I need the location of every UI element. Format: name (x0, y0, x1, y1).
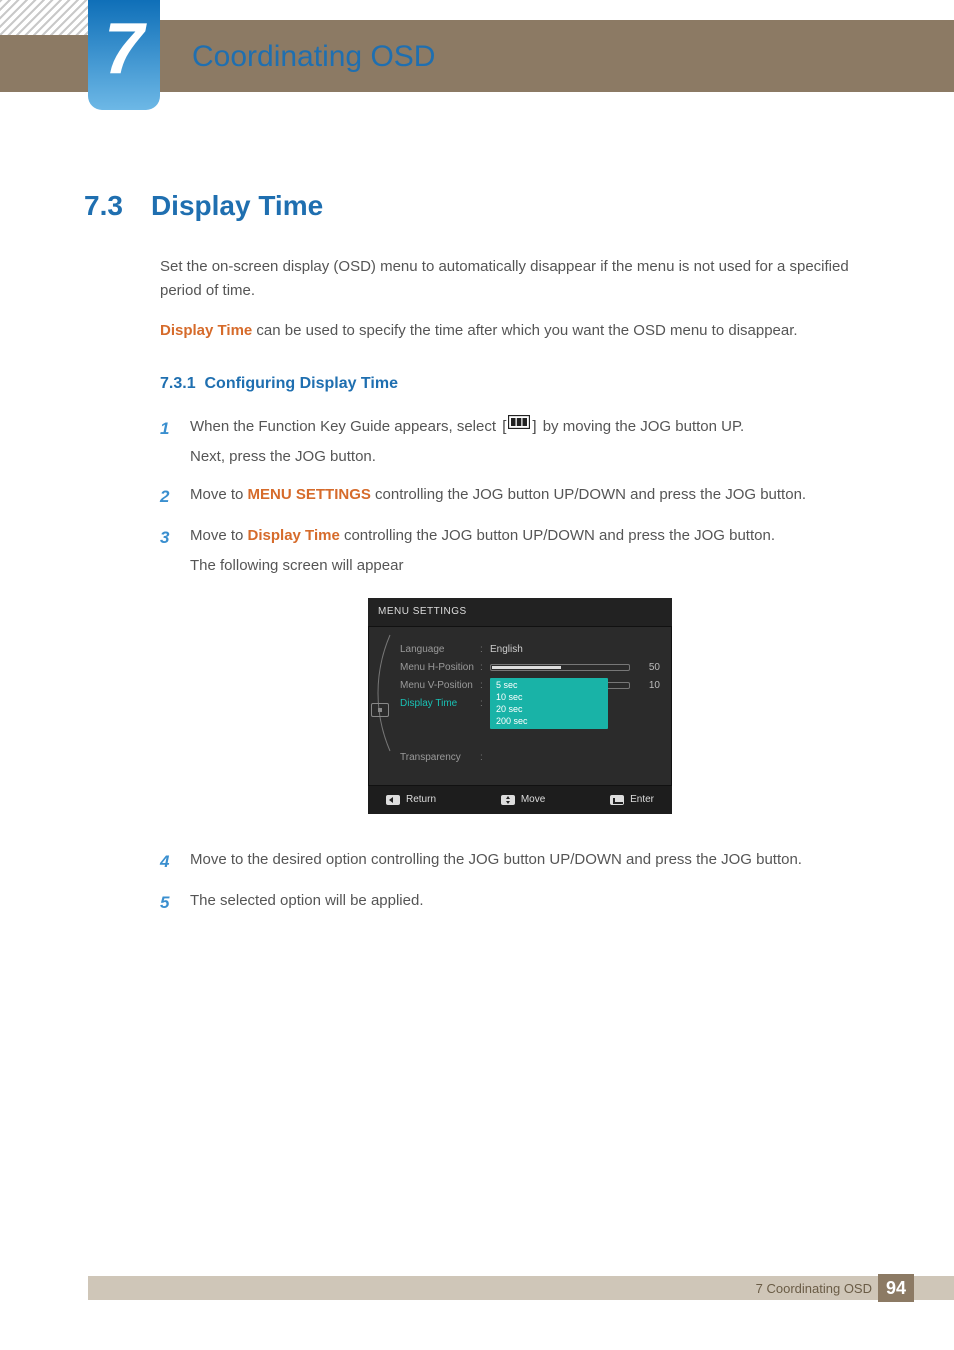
subsection-title: Configuring Display Time (204, 375, 398, 392)
osd-option: 10 sec (496, 692, 602, 704)
osd-row-language: Language : English (380, 641, 660, 659)
chapter-number: 7 (104, 8, 144, 90)
step-number: 4 (160, 848, 174, 875)
osd-title: MENU SETTINGS (368, 598, 672, 627)
return-key-icon (386, 795, 400, 805)
step2-prefix: Move to (190, 486, 248, 503)
step-list: 1 When the Function Key Guide appears, s… (160, 415, 880, 917)
osd-label: Transparency (380, 750, 480, 766)
section-heading: 7.3 Display Time (84, 190, 323, 222)
step3-prefix: Move to (190, 527, 248, 544)
osd-label: Menu V-Position (380, 678, 480, 694)
step-1: 1 When the Function Key Guide appears, s… (160, 415, 880, 469)
step-number: 1 (160, 415, 174, 469)
step3-term: Display Time (248, 527, 340, 544)
page-number: 94 (878, 1274, 914, 1302)
osd-value: 5 sec 10 sec 20 sec 200 sec (490, 678, 660, 729)
osd-dropdown: 5 sec 10 sec 20 sec 200 sec (490, 678, 608, 729)
osd-label: Menu H-Position (380, 660, 480, 676)
intro-term: Display Time (160, 322, 252, 339)
step1-suffix: by moving the JOG button UP. (543, 418, 745, 435)
osd-row-hpos: Menu H-Position : 50 (380, 659, 660, 677)
step2-suffix: controlling the JOG button UP/DOWN and p… (371, 486, 806, 503)
step-4: 4 Move to the desired option controlling… (160, 848, 880, 875)
subsection-number: 7.3.1 (160, 375, 196, 392)
step-text: Move to the desired option controlling t… (190, 848, 880, 875)
osd-category-icon (371, 703, 389, 717)
step-5: 5 The selected option will be applied. (160, 889, 880, 916)
chapter-title: Coordinating OSD (192, 40, 435, 74)
osd-value: 50 (490, 660, 660, 676)
menu-bracket-icon: [ ] (500, 415, 538, 439)
osd-option: 200 sec (496, 716, 602, 728)
osd-row-display-time: Display Time : 5 sec 10 sec 20 sec 200 s… (380, 695, 660, 713)
step3-suffix: controlling the JOG button UP/DOWN and p… (340, 527, 775, 544)
osd-body: Language : English Menu H-Position : (368, 627, 672, 785)
footer-text: 7 Coordinating OSD (756, 1281, 872, 1296)
osd-screenshot: MENU SETTINGS Language : English (160, 598, 880, 814)
step1-prefix: When the Function Key Guide appears, sel… (190, 418, 500, 435)
step3-line2: The following screen will appear (190, 554, 880, 578)
osd-move-hint: Move (501, 792, 545, 808)
section-number: 7.3 (84, 190, 123, 222)
osd-curve-line (376, 633, 392, 753)
menu-icon (508, 415, 530, 429)
osd-enter-hint: Enter (610, 792, 654, 808)
step-text: The selected option will be applied. (190, 889, 880, 916)
osd-row-transparency: Transparency : (380, 749, 660, 767)
osd-panel: MENU SETTINGS Language : English (368, 598, 672, 814)
intro-p1: Set the on-screen display (OSD) menu to … (160, 255, 880, 303)
step2-term: MENU SETTINGS (248, 486, 371, 503)
step-text: Move to MENU SETTINGS controlling the JO… (190, 483, 880, 510)
osd-value: English (490, 642, 660, 658)
step-number: 2 (160, 483, 174, 510)
step-2: 2 Move to MENU SETTINGS controlling the … (160, 483, 880, 510)
intro-p2: Display Time can be used to specify the … (160, 319, 880, 343)
step-text: Move to Display Time controlling the JOG… (190, 524, 880, 834)
osd-return-hint: Return (386, 792, 436, 808)
slider (490, 664, 630, 671)
subsection-heading: 7.3.1 Configuring Display Time (160, 371, 880, 397)
intro-p2-rest: can be used to specify the time after wh… (252, 322, 797, 339)
step-text: When the Function Key Guide appears, sel… (190, 415, 880, 469)
chapter-badge: 7 (88, 0, 160, 110)
osd-option: 20 sec (496, 704, 602, 716)
step-number: 5 (160, 889, 174, 916)
corner-hatch (0, 0, 95, 35)
section-title: Display Time (151, 190, 323, 222)
enter-key-icon (610, 795, 624, 805)
osd-option: 5 sec (496, 680, 602, 692)
body-content: Set the on-screen display (OSD) menu to … (160, 255, 880, 930)
move-key-icon (501, 795, 515, 805)
osd-footer: Return Move Enter (368, 785, 672, 814)
osd-label: Language (380, 642, 480, 658)
step-3: 3 Move to Display Time controlling the J… (160, 524, 880, 834)
step1-line2: Next, press the JOG button. (190, 445, 880, 469)
osd-label: Display Time (380, 696, 480, 712)
